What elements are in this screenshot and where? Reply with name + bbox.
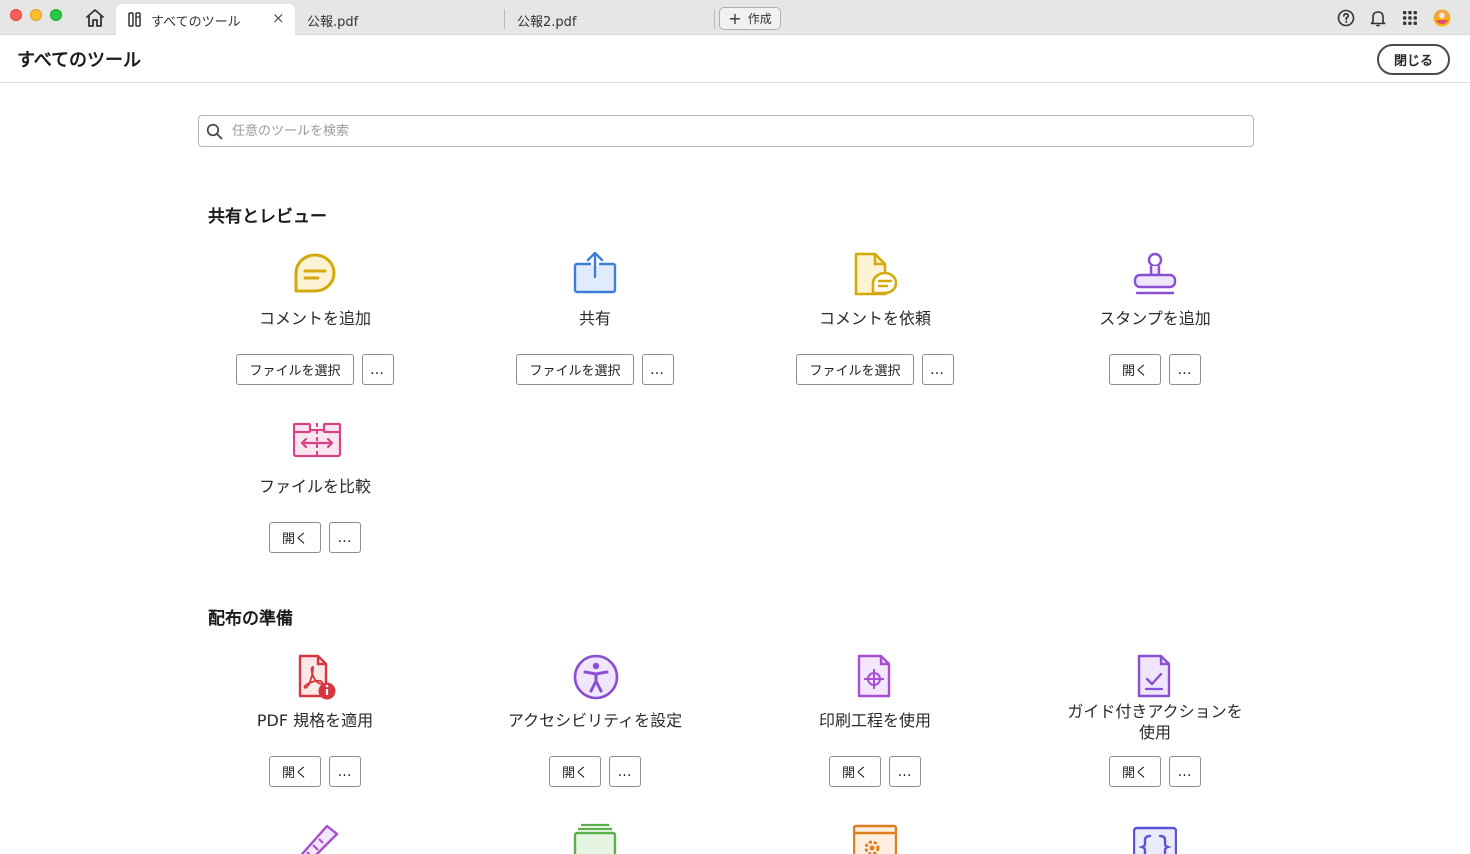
close-icon[interactable]: × [272, 9, 285, 27]
tool-card-compare-files: ファイルを比較 開く … [175, 420, 455, 570]
tab-label: 公報.pdf [307, 15, 359, 30]
home-icon[interactable] [84, 8, 106, 28]
close-button[interactable]: 閉じる [1377, 44, 1450, 75]
measure-icon[interactable] [293, 822, 339, 854]
tool-label: コメントを依頼 [818, 309, 931, 328]
bell-icon[interactable] [1369, 9, 1387, 27]
apps-grid-icon[interactable] [1401, 9, 1419, 27]
stamp-icon[interactable] [1133, 252, 1177, 296]
close-window-button[interactable] [10, 9, 22, 21]
zoom-window-button[interactable] [50, 9, 62, 21]
tool-label-line: ガイド付きアクションを [1067, 702, 1243, 721]
tool-card-print-production: 印刷工程を使用 開く … [735, 654, 1015, 804]
more-options-button[interactable]: … [1169, 756, 1201, 787]
tool-card-add-stamp: スタンプを追加 開く … [1015, 252, 1295, 402]
search-input[interactable] [232, 116, 1232, 146]
tab-label: 公報2.pdf [517, 15, 577, 30]
print-production-icon[interactable] [853, 654, 897, 698]
tool-card-add-comment: コメントを追加 ファイルを選択 … [175, 252, 455, 402]
open-button[interactable]: 開く [1108, 354, 1161, 385]
more-options-button[interactable]: … [361, 354, 394, 385]
request-comment-icon[interactable] [853, 252, 898, 296]
avatar[interactable] [1433, 9, 1451, 27]
page-header: すべてのツール 閉じる [0, 35, 1470, 83]
javascript-icon[interactable] [1132, 826, 1178, 854]
more-options-button[interactable]: … [329, 522, 361, 553]
more-options-button[interactable]: … [641, 354, 674, 385]
more-options-button[interactable]: … [329, 756, 361, 787]
tool-label: PDF 規格を適用 [256, 711, 374, 730]
tab-divider [714, 9, 715, 29]
settings-window-icon[interactable] [852, 824, 898, 854]
open-button[interactable]: 開く [268, 522, 321, 553]
create-label: 作成 [747, 12, 772, 26]
window-tabbar: すべてのツール × 公報.pdf 公報2.pdf + 作成 [0, 0, 1470, 35]
tool-card-accessibility: アクセシビリティを設定 開く … [455, 654, 735, 804]
tool-label-line: 使用 [1138, 723, 1171, 742]
layers-icon[interactable] [573, 822, 617, 854]
accessibility-icon[interactable] [573, 654, 619, 700]
tab-document-2[interactable]: 公報2.pdf [505, 4, 715, 35]
tool-label: ガイド付きアクションを 使用 [1015, 701, 1295, 743]
minimize-window-button[interactable] [30, 9, 42, 21]
tool-label: コメントを追加 [258, 309, 371, 328]
open-button[interactable]: 開く [548, 756, 601, 787]
tab-all-tools[interactable]: すべてのツール × [116, 4, 295, 35]
more-options-button[interactable]: … [1169, 354, 1201, 385]
compare-files-icon[interactable] [292, 420, 342, 464]
tool-label: アクセシビリティを設定 [507, 711, 683, 730]
select-file-button[interactable]: ファイルを選択 [796, 354, 914, 385]
section-title: 共有とレビュー [208, 207, 327, 227]
tool-card-request-comments: コメントを依頼 ファイルを選択 … [735, 252, 1015, 402]
tool-label: ファイルを比較 [258, 477, 371, 496]
select-file-button[interactable]: ファイルを選択 [516, 354, 634, 385]
page-title: すべてのツール [17, 50, 142, 71]
section-title: 配布の準備 [208, 609, 293, 629]
search-icon [206, 123, 223, 140]
tool-card-guided-actions: ガイド付きアクションを 使用 開く … [1015, 654, 1295, 804]
tab-document-1[interactable]: 公報.pdf [296, 4, 504, 35]
search-box[interactable] [198, 115, 1254, 147]
share-icon[interactable] [573, 251, 617, 296]
plus-icon: + [728, 8, 742, 28]
guided-action-icon[interactable] [1133, 654, 1177, 698]
tool-card-share: 共有 ファイルを選択 … [455, 251, 735, 402]
tool-label: 共有 [578, 309, 611, 328]
tool-label: スタンプを追加 [1099, 309, 1211, 328]
open-button[interactable]: 開く [268, 756, 321, 787]
tool-label: 印刷工程を使用 [818, 711, 931, 730]
tab-label: すべてのツール [151, 15, 241, 30]
comment-icon[interactable] [293, 252, 337, 296]
more-options-button[interactable]: … [609, 756, 641, 787]
select-file-button[interactable]: ファイルを選択 [236, 354, 354, 385]
more-options-button[interactable]: … [921, 354, 954, 385]
tools-icon [128, 12, 142, 27]
tool-card-pdf-standards: PDF 規格を適用 開く … [175, 654, 455, 804]
open-button[interactable]: 開く [1108, 756, 1161, 787]
open-button[interactable]: 開く [828, 756, 881, 787]
more-options-button[interactable]: … [889, 756, 921, 787]
pdf-standards-icon[interactable] [293, 654, 337, 700]
help-icon[interactable] [1337, 9, 1355, 27]
create-button[interactable]: + 作成 [719, 7, 781, 30]
